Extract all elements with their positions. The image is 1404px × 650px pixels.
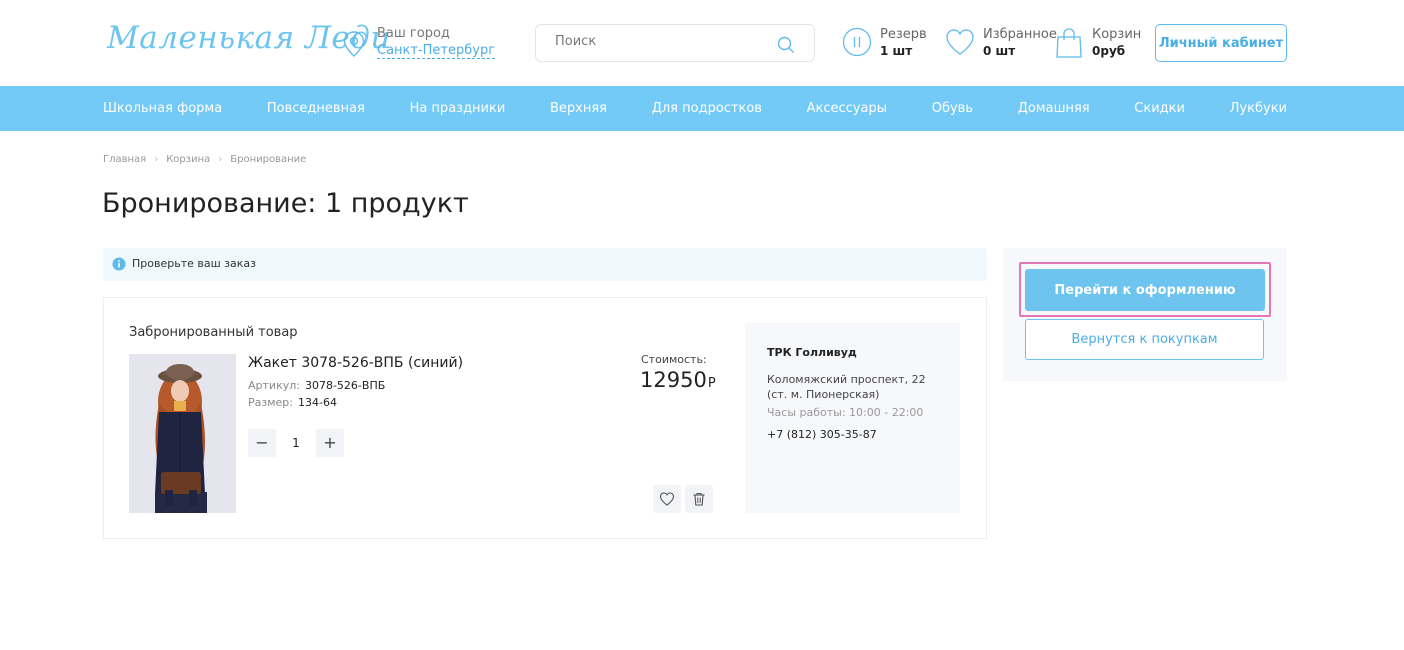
product-size: Размер: 134-64: [248, 396, 337, 409]
quantity-stepper: − 1 +: [248, 429, 344, 457]
site-header: Маленькая Леди Ваш город Санкт-Петербург…: [0, 0, 1404, 86]
cart-label: Корзин: [1092, 27, 1142, 42]
checkout-button[interactable]: Перейти к оформлению: [1025, 269, 1265, 311]
breadcrumb-separator: ›: [154, 154, 159, 165]
pickup-store-info: ТРК Голливуд Коломяжский проспект, 22 (с…: [745, 323, 960, 513]
search-box: [535, 24, 815, 62]
pause-icon: [842, 27, 872, 57]
breadcrumb-cart[interactable]: Корзина: [166, 154, 210, 165]
cost-value: 12950Р: [640, 368, 716, 392]
nav-item-shoes[interactable]: Обувь: [932, 101, 973, 116]
quantity-value[interactable]: 1: [276, 429, 316, 457]
breadcrumb-current: Бронирование: [230, 154, 307, 165]
quantity-decrease-button[interactable]: −: [248, 429, 276, 457]
store-hours: Часы работы: 10:00 - 22:00: [767, 406, 924, 419]
nav-item-home[interactable]: Домашняя: [1018, 101, 1090, 116]
info-icon: [112, 257, 126, 271]
breadcrumb-separator: ›: [218, 154, 223, 165]
cart-total: 0руб: [1092, 44, 1126, 58]
location-pin-icon: [343, 31, 365, 57]
order-notice: Проверьте ваш заказ: [103, 248, 987, 281]
account-button[interactable]: Личный кабинет: [1155, 24, 1287, 62]
quantity-increase-button[interactable]: +: [316, 429, 344, 457]
nav-item-outerwear[interactable]: Верхняя: [550, 101, 607, 116]
product-sku: Артикул: 3078-526-ВПБ: [248, 379, 385, 392]
section-title: Забронированный товар: [129, 325, 298, 340]
product-photo-illustration: [129, 354, 236, 513]
sku-value: 3078-526-ВПБ: [304, 379, 386, 392]
size-value: 134-64: [297, 396, 337, 409]
add-to-favorites-button[interactable]: [653, 485, 681, 513]
shopping-bag-icon: [1056, 28, 1082, 58]
store-address: Коломяжский проспект, 22 (ст. м. Пионерс…: [767, 373, 926, 401]
price-amount: 12950: [640, 368, 707, 392]
nav-item-school-uniform[interactable]: Школьная форма: [103, 101, 222, 116]
nav-item-casual[interactable]: Повседневная: [267, 101, 365, 116]
store-name: ТРК Голливуд: [767, 346, 857, 359]
heart-icon: [659, 492, 675, 506]
sku-label: Артикул:: [248, 379, 300, 392]
search-icon[interactable]: [777, 36, 795, 54]
order-actions-panel: Перейти к оформлению Вернутся к покупкам: [1003, 248, 1287, 381]
product-name[interactable]: Жакет 3078-526-ВПБ (синий): [248, 355, 463, 371]
nav-item-teens[interactable]: Для подростков: [652, 101, 762, 116]
reserved-order-card: Забронированный товар Жакет 3078-526-ВПБ…: [103, 297, 987, 539]
favorites-label: Избранное: [983, 27, 1057, 42]
heart-icon: [946, 29, 974, 55]
favorites-count: 0 шт: [983, 44, 1016, 58]
nav-item-accessories[interactable]: Аксессуары: [807, 101, 887, 116]
remove-item-button[interactable]: [685, 485, 713, 513]
nav-item-lookbooks[interactable]: Лукбуки: [1230, 101, 1287, 116]
search-input[interactable]: [555, 34, 775, 49]
continue-shopping-button[interactable]: Вернутся к покупкам: [1025, 319, 1264, 360]
checkout-highlight: Перейти к оформлению: [1019, 262, 1271, 317]
city-link[interactable]: Санкт-Петербург: [377, 43, 496, 59]
page-title: Бронирование: 1 продукт: [102, 188, 469, 219]
nav-item-holidays[interactable]: На праздники: [410, 101, 506, 116]
breadcrumb: Главная › Корзина › Бронирование: [103, 154, 306, 165]
cost-label: Стоимость:: [641, 353, 707, 366]
size-label: Размер:: [248, 396, 293, 409]
breadcrumb-home[interactable]: Главная: [103, 154, 146, 165]
store-phone[interactable]: +7 (812) 305-35-87: [767, 428, 877, 441]
reserve-label: Резерв: [880, 27, 927, 42]
city-label: Ваш город: [377, 26, 450, 41]
main-nav: Школьная форма Повседневная На праздники…: [0, 86, 1404, 131]
notice-text: Проверьте ваш заказ: [132, 257, 256, 270]
price-currency: Р: [707, 376, 716, 391]
reserve-count: 1 шт: [880, 44, 913, 58]
product-image[interactable]: [129, 354, 236, 513]
nav-item-sale[interactable]: Скидки: [1134, 101, 1185, 116]
trash-icon: [693, 492, 705, 506]
